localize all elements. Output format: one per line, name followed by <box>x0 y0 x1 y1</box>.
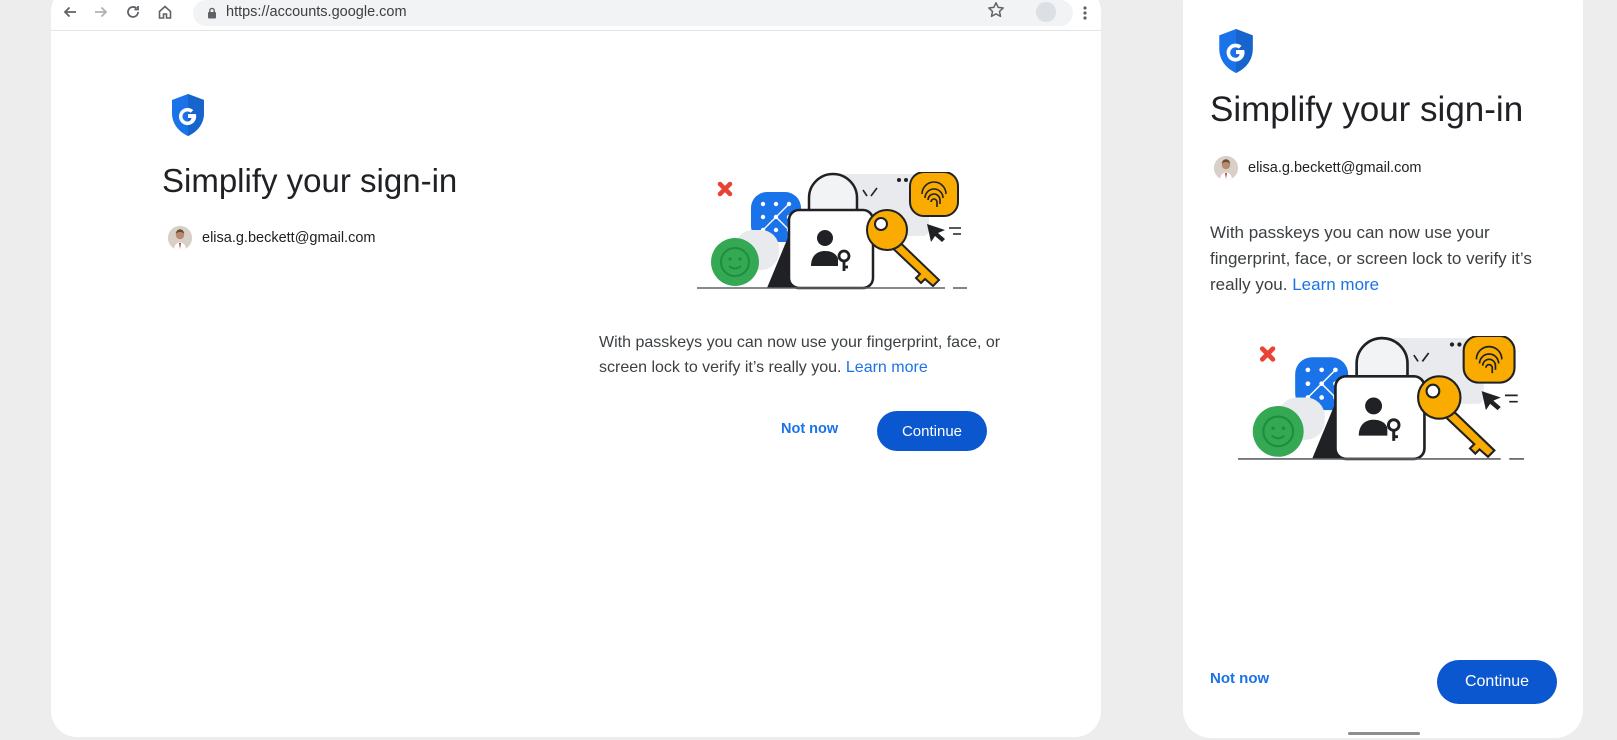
desktop-browser-window: https://accounts.google.com Simplify you… <box>51 0 1101 737</box>
account-chip: elisa.g.beckett@gmail.com <box>1214 156 1421 180</box>
lock-icon <box>207 6 217 24</box>
page-title: Simplify your sign-in <box>162 162 458 199</box>
reload-icon[interactable] <box>122 1 144 23</box>
page-title: Simplify your sign-in <box>1210 90 1524 129</box>
passkey-illustration <box>691 171 973 311</box>
not-now-button[interactable]: Not now <box>1210 670 1269 687</box>
mobile-screen: Simplify your sign-in elisa.g.beckett@gm… <box>1183 0 1583 738</box>
url-text: https://accounts.google.com <box>226 4 407 20</box>
browser-toolbar: https://accounts.google.com <box>51 0 1101 31</box>
continue-button[interactable]: Continue <box>1437 660 1557 704</box>
learn-more-link[interactable]: Learn more <box>846 359 928 376</box>
arrow-forward-icon[interactable] <box>90 1 112 23</box>
gesture-home-bar[interactable] <box>1348 732 1420 735</box>
google-shield-icon <box>170 93 206 142</box>
learn-more-link[interactable]: Learn more <box>1292 275 1379 294</box>
more-vert-icon[interactable] <box>1074 2 1096 24</box>
continue-button[interactable]: Continue <box>877 411 987 451</box>
address-bar[interactable]: https://accounts.google.com <box>193 0 1073 26</box>
account-email: elisa.g.beckett@gmail.com <box>202 230 376 246</box>
description-text: With passkeys you can now use your finge… <box>599 334 1001 376</box>
description-text: With passkeys you can now use your finge… <box>1210 223 1532 294</box>
not-now-button[interactable]: Not now <box>781 421 838 437</box>
account-chip: elisa.g.beckett@gmail.com <box>168 226 375 250</box>
google-shield-icon <box>1217 28 1255 79</box>
home-icon[interactable] <box>154 1 176 23</box>
account-email: elisa.g.beckett@gmail.com <box>1248 160 1422 176</box>
passkey-illustration <box>1231 334 1531 483</box>
avatar <box>1214 156 1238 180</box>
profile-avatar[interactable] <box>1036 2 1056 22</box>
avatar <box>168 226 192 250</box>
arrow-back-icon[interactable] <box>59 1 81 23</box>
star-icon[interactable] <box>985 0 1007 21</box>
